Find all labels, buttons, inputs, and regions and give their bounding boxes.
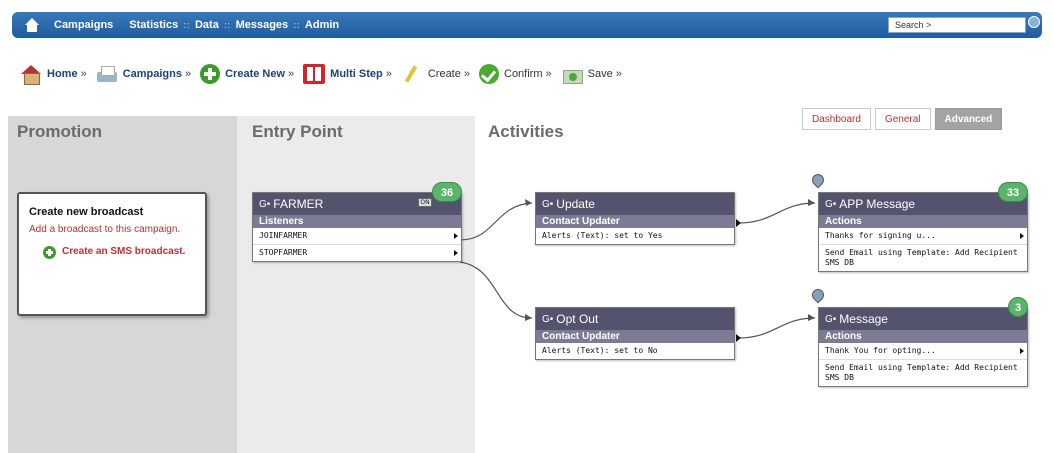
action-label: Thanks for signing u... bbox=[825, 231, 936, 240]
node-header[interactable]: G• Update bbox=[536, 193, 734, 215]
action-label: Thank You for opting... bbox=[825, 346, 936, 355]
count-badge: 36 bbox=[432, 182, 462, 202]
count-badge: 3 bbox=[1008, 297, 1028, 317]
connector-port-icon[interactable] bbox=[454, 250, 458, 256]
action-row[interactable]: Alerts (Text): set to No bbox=[536, 343, 734, 359]
node-opt-out[interactable]: G• Opt Out Contact Updater Alerts (Text)… bbox=[535, 307, 735, 360]
listener-row[interactable]: JOINFARMER bbox=[253, 228, 461, 245]
node-section: Actions bbox=[819, 215, 1027, 228]
node-header[interactable]: G• Message bbox=[819, 308, 1027, 330]
action-row[interactable]: Thank You for opting... bbox=[819, 343, 1027, 360]
node-title: APP Message bbox=[839, 197, 916, 211]
node-glyph-icon: G• bbox=[542, 313, 554, 325]
node-section: Listeners bbox=[253, 215, 461, 228]
arrowhead bbox=[808, 314, 815, 321]
pin-icon[interactable] bbox=[811, 289, 823, 305]
node-section: Contact Updater bbox=[536, 330, 734, 343]
node-section: Actions bbox=[819, 330, 1027, 343]
arrowhead bbox=[525, 314, 532, 321]
listener-row[interactable]: STOPFARMER bbox=[253, 245, 461, 261]
node-glyph-icon: G• bbox=[825, 313, 837, 325]
node-title: Opt Out bbox=[556, 312, 599, 326]
connector-port-icon[interactable] bbox=[1020, 348, 1024, 354]
listener-label: JOINFARMER bbox=[259, 231, 308, 240]
node-title: Update bbox=[556, 197, 595, 211]
node-glyph-icon: G• bbox=[542, 198, 554, 210]
action-row[interactable]: Thanks for signing u... bbox=[819, 228, 1027, 245]
connector-stopfarmer-optout bbox=[459, 261, 533, 319]
connector-joinfarmer-update bbox=[459, 202, 533, 241]
action-row[interactable]: Alerts (Text): set to Yes bbox=[536, 228, 734, 244]
action-label: Alerts (Text): set to No bbox=[542, 346, 658, 355]
node-title: FARMER bbox=[273, 197, 324, 211]
connector-update-app-message bbox=[737, 202, 816, 224]
node-header[interactable]: G• APP Message bbox=[819, 193, 1027, 215]
count-badge: 33 bbox=[998, 182, 1028, 202]
connector-port-icon[interactable] bbox=[454, 233, 458, 239]
connector-port-icon[interactable] bbox=[1020, 233, 1024, 239]
node-glyph-icon: G• bbox=[825, 198, 837, 210]
app-root: Campaigns Statistics :: Data :: Messages… bbox=[0, 0, 1054, 453]
node-section: Contact Updater bbox=[536, 215, 734, 228]
action-row[interactable]: Send Email using Template: Add Recipient… bbox=[819, 360, 1027, 386]
action-label: Send Email using Template: Add Recipient… bbox=[825, 363, 1018, 382]
node-message[interactable]: G• Message Actions Thank You for opting.… bbox=[818, 307, 1028, 387]
listener-label: STOPFARMER bbox=[259, 248, 308, 257]
arrowhead bbox=[808, 199, 815, 206]
action-label: Send Email using Template: Add Recipient… bbox=[825, 248, 1018, 267]
connector-port-icon[interactable] bbox=[736, 334, 741, 342]
node-update[interactable]: G• Update Contact Updater Alerts (Text):… bbox=[535, 192, 735, 245]
action-row[interactable]: Send Email using Template: Add Recipient… bbox=[819, 245, 1027, 271]
connector-optout-message bbox=[737, 317, 816, 339]
connector-port-icon[interactable] bbox=[736, 219, 741, 227]
node-app-message[interactable]: G• APP Message Actions Thanks for signin… bbox=[818, 192, 1028, 272]
arrowhead bbox=[525, 199, 532, 206]
action-label: Alerts (Text): set to Yes bbox=[542, 231, 663, 240]
pin-icon[interactable] bbox=[811, 174, 823, 190]
toggle-switch[interactable]: ON bbox=[418, 198, 432, 207]
node-glyph-icon: G• bbox=[259, 198, 271, 210]
node-header[interactable]: G• Opt Out bbox=[536, 308, 734, 330]
node-title: Message bbox=[839, 312, 888, 326]
